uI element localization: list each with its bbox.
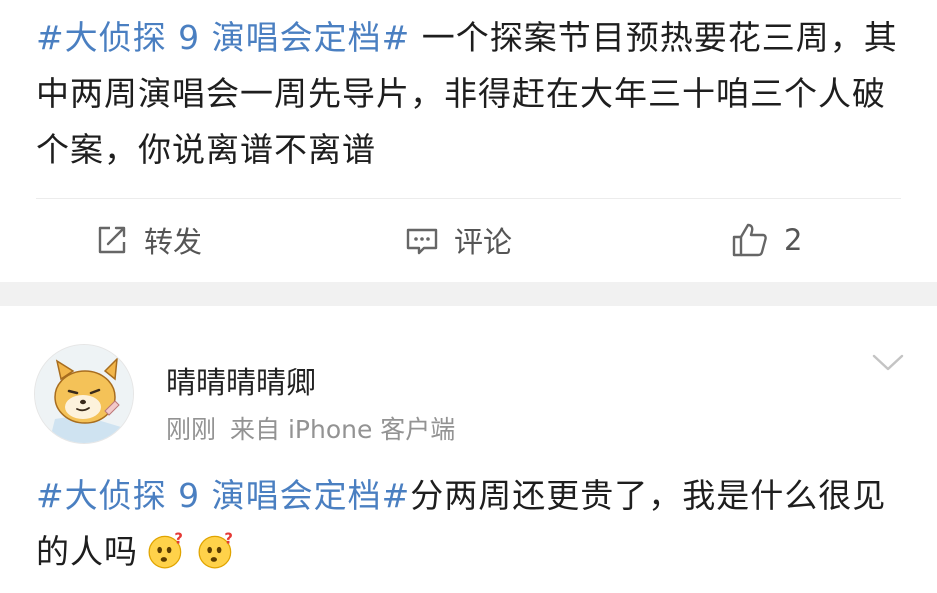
feed-separator (0, 282, 937, 306)
repost-icon (98, 226, 126, 254)
svg-text:?: ? (224, 531, 234, 548)
comment-hashtag-link[interactable]: #大侦探 9 演唱会定档# (36, 476, 410, 515)
thinking-face-icon: ? (198, 531, 234, 569)
comment-meta: 刚刚 来自 iPhone 客户端 (166, 410, 469, 446)
comment-body: #大侦探 9 演唱会定档#分两周还更贵了，我是什么很见的人吗 ? ? (36, 468, 906, 580)
post-divider (36, 198, 901, 199)
username[interactable]: 晴晴晴晴卿 (166, 358, 316, 402)
like-count: 2 (784, 223, 803, 257)
post-action-bar: 转发 评论 2 (0, 210, 937, 270)
more-options-button[interactable] (871, 352, 905, 378)
like-button[interactable]: 2 (730, 210, 802, 270)
post-hashtag-link[interactable]: #大侦探 9 演唱会定档# (36, 18, 410, 57)
comment-button[interactable]: 评论 (404, 210, 512, 270)
shiba-dog-avatar-icon (35, 345, 133, 443)
avatar[interactable] (34, 344, 134, 444)
comment-icon (406, 228, 438, 255)
repost-label: 转发 (144, 225, 203, 259)
chevron-down-icon (872, 354, 904, 371)
post-body: #大侦探 9 演唱会定档# 一个探案节目预热要花三周，其中两周演唱会一周先导片，… (36, 10, 906, 178)
source-client: 来自 iPhone 客户端 (230, 415, 456, 444)
svg-text:?: ? (174, 531, 184, 548)
weibo-post: #大侦探 9 演唱会定档# 一个探案节目预热要花三周，其中两周演唱会一周先导片，… (0, 0, 937, 282)
thinking-face-icon: ? (148, 531, 184, 569)
thumbs-up-icon (732, 223, 767, 257)
comment-card: 晴晴晴晴卿 刚刚 来自 iPhone 客户端 #大侦探 9 演唱会定档#分两周还更… (0, 306, 937, 593)
timestamp: 刚刚 (166, 415, 217, 444)
comment-label: 评论 (454, 225, 513, 259)
repost-button[interactable]: 转发 (94, 210, 202, 270)
